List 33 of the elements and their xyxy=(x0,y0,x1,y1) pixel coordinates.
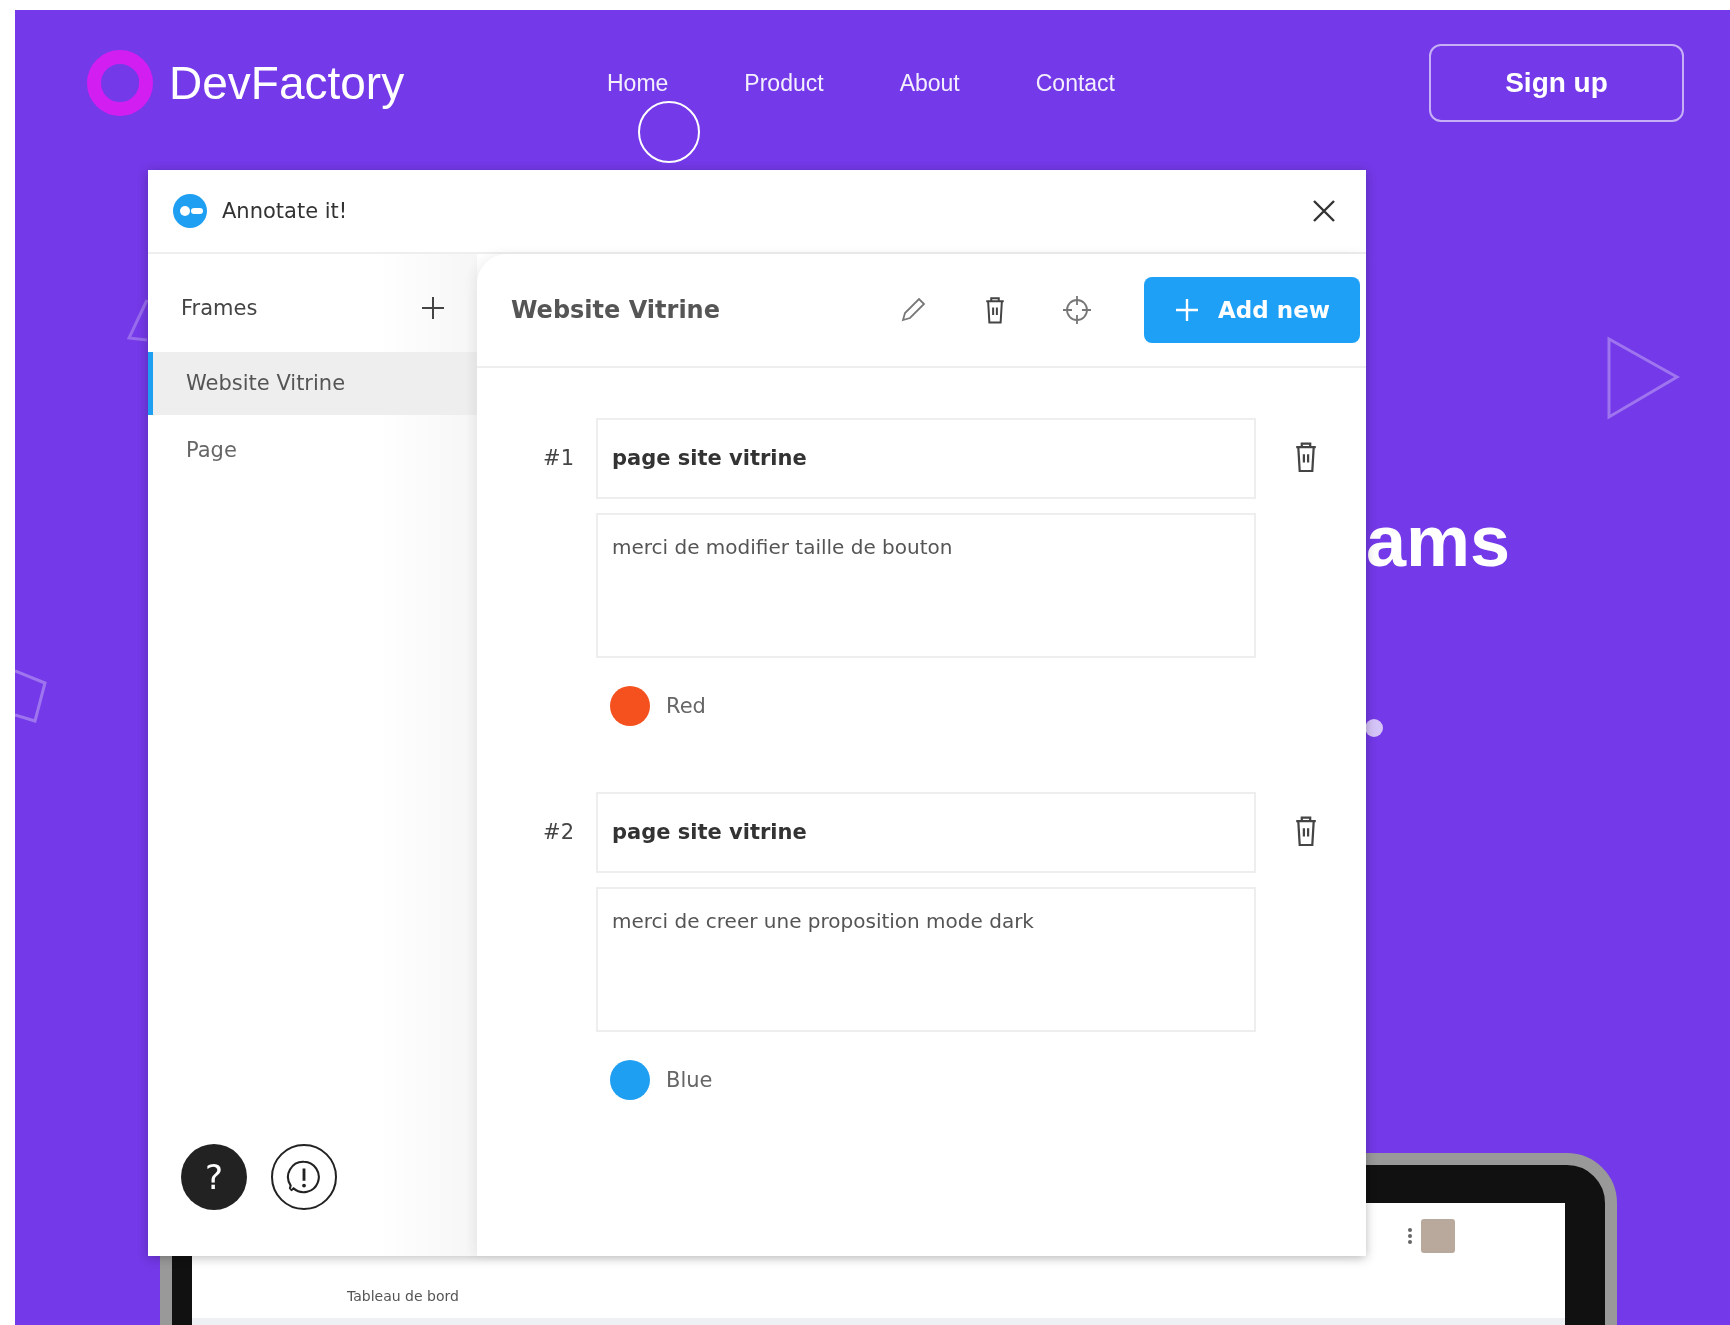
annotation-number: #1 xyxy=(542,445,575,472)
signup-button[interactable]: Sign up xyxy=(1429,44,1684,122)
cursor-circle-icon xyxy=(638,101,700,163)
logo-text[interactable]: DevFactory xyxy=(169,56,405,110)
nav-link[interactable]: Home xyxy=(607,69,669,97)
color-dot[interactable] xyxy=(610,686,650,726)
app-logo-icon xyxy=(172,193,208,229)
comment-field[interactable]: merci de creer une proposition mode dark xyxy=(596,887,1256,1032)
color-dot[interactable] xyxy=(610,1060,650,1100)
panel-title: Annotate it! xyxy=(222,199,349,223)
nav-link[interactable]: Contact xyxy=(1035,69,1115,97)
help-button[interactable]: ? xyxy=(181,1144,247,1210)
crosshair-icon[interactable] xyxy=(1062,295,1093,325)
ring-logo-icon xyxy=(85,48,155,118)
avatar-placeholder xyxy=(1421,1219,1455,1253)
nav-link[interactable]: About xyxy=(899,69,960,97)
add-icon[interactable] xyxy=(419,294,447,322)
frame-item[interactable]: Website Vitrine xyxy=(148,352,477,415)
title-field[interactable]: page site vitrine xyxy=(596,792,1256,873)
menu-icon xyxy=(1405,1227,1415,1245)
frame-title: Website Vitrine xyxy=(511,296,721,324)
frames-label: Frames xyxy=(181,296,258,320)
annotation-number: #2 xyxy=(542,819,575,846)
hero-headline: ams xyxy=(1366,500,1511,582)
color-name: Red xyxy=(666,694,706,718)
frame-item[interactable]: Page xyxy=(148,419,477,482)
breadcrumb-text: Tableau de bord xyxy=(347,1288,459,1304)
title-field[interactable]: page site vitrine xyxy=(596,418,1256,499)
color-name: Blue xyxy=(666,1068,713,1092)
comment-field[interactable]: merci de modifier taille de bouton xyxy=(596,513,1256,658)
plus-icon xyxy=(1174,297,1201,323)
nav-link[interactable]: Product xyxy=(744,69,824,97)
triangle-outline xyxy=(127,298,149,342)
